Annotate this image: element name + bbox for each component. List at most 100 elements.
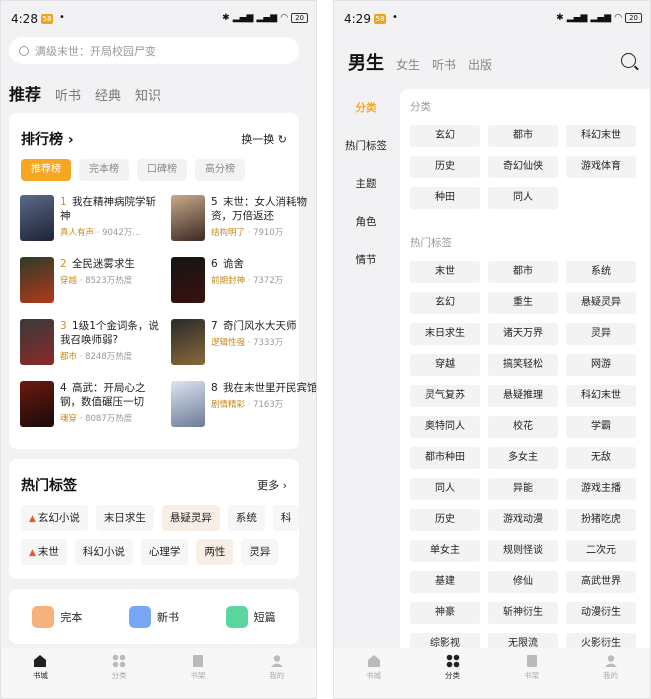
category-chip[interactable]: 科幻末世 (566, 125, 636, 147)
tag-pill[interactable]: ▲ 末世 (21, 539, 67, 565)
category-chip[interactable]: 火影衍生 (566, 633, 636, 648)
tab-bookstore[interactable]: 书城 (20, 654, 60, 698)
category-chip[interactable]: 无敌 (566, 447, 636, 469)
list-item[interactable]: 3 1级1个金词条，说我召唤师弱? 都市 · 8248万热度 (20, 319, 160, 381)
tab-classic[interactable]: 经典 (95, 85, 121, 104)
category-chip[interactable]: 综影视 (410, 633, 480, 648)
category-chip[interactable]: 灵气复苏 (410, 385, 480, 407)
sidebar-item-hot-tags[interactable]: 热门标签 (334, 127, 398, 165)
category-chip[interactable]: 动漫衍生 (566, 602, 636, 624)
short-story-entry[interactable]: 短篇 (225, 605, 276, 628)
sidebar-item-theme[interactable]: 主题 (334, 165, 398, 203)
tag-pill[interactable]: 心理学 (140, 539, 189, 565)
category-chip[interactable]: 无限流 (488, 633, 558, 648)
category-chip[interactable]: 基建 (410, 571, 480, 593)
category-chip[interactable]: 二次元 (566, 540, 636, 562)
sidebar-item-role[interactable]: 角色 (334, 203, 398, 241)
category-chip[interactable]: 斩神衍生 (488, 602, 558, 624)
category-chip[interactable]: 诸天万界 (488, 323, 558, 345)
tag-pill[interactable]: 科 (272, 505, 300, 531)
category-chip[interactable]: 游戏动漫 (488, 509, 558, 531)
tag-pill[interactable]: 悬疑灵异 (161, 505, 220, 531)
tab-me[interactable]: 我的 (591, 654, 631, 698)
category-chip[interactable]: 奇幻仙侠 (488, 156, 558, 178)
category-chip[interactable]: 重生 (488, 292, 558, 314)
chip-reputation[interactable]: 口碑榜 (137, 159, 187, 181)
category-chip[interactable]: 历史 (410, 509, 480, 531)
category-chip[interactable]: 都市 (488, 125, 558, 147)
category-chip[interactable]: 系统 (566, 261, 636, 283)
completed-entry[interactable]: 完本 (32, 605, 82, 628)
tab-male[interactable]: 男生 (348, 49, 384, 75)
category-chip[interactable]: 修仙 (488, 571, 558, 593)
list-item[interactable]: 1 我在精神病院学斩神 真人有声 · 9042万... (20, 195, 160, 257)
category-chip[interactable]: 都市种田 (410, 447, 480, 469)
category-chip[interactable]: 悬疑推理 (488, 385, 558, 407)
category-chip[interactable]: 规则怪谈 (488, 540, 558, 562)
tab-me[interactable]: 我的 (257, 654, 297, 698)
chip-completed[interactable]: 完本榜 (79, 159, 129, 181)
category-chip[interactable]: 网游 (566, 354, 636, 376)
category-chip[interactable]: 异能 (488, 478, 558, 500)
refresh-button[interactable]: 换一换 ↻ (241, 131, 287, 147)
category-chip[interactable]: 搞笑轻松 (488, 354, 558, 376)
category-chip[interactable]: 灵异 (566, 323, 636, 345)
tab-publish[interactable]: 出版 (468, 56, 492, 73)
category-chip[interactable]: 单女主 (410, 540, 480, 562)
category-chip[interactable]: 游戏主播 (566, 478, 636, 500)
category-chip[interactable]: 扮猪吃虎 (566, 509, 636, 531)
ranking-title[interactable]: 排行榜 › (21, 129, 74, 149)
list-item[interactable]: 5 末世：女人消耗物资，万倍返还 结构明了 · 7910万 (171, 195, 316, 257)
sidebar-item-plot[interactable]: 情节 (334, 241, 398, 279)
category-chip[interactable]: 玄幻 (410, 125, 480, 147)
tab-category[interactable]: 分类 (99, 654, 139, 698)
list-item[interactable]: 6 诡舍 前期封神 · 7372万 (171, 257, 316, 319)
category-chip[interactable]: 同人 (410, 478, 480, 500)
search-icon[interactable] (621, 53, 636, 68)
tab-audiobook[interactable]: 听书 (432, 56, 456, 73)
list-item[interactable]: 8 我在末世里开民宾馆 剧情精彩 · 7163万 (171, 381, 317, 443)
tag-pill[interactable]: 末日求生 (95, 505, 154, 531)
tab-knowledge[interactable]: 知识 (135, 85, 161, 104)
category-chip[interactable]: 游戏体育 (566, 156, 636, 178)
tag-pill[interactable]: 两性 (196, 539, 234, 565)
category-chip[interactable]: 穿越 (410, 354, 480, 376)
category-chip[interactable]: 科幻末世 (566, 385, 636, 407)
tab-bookshelf[interactable]: 书架 (512, 654, 552, 698)
tag-pill[interactable]: 科幻小说 (74, 539, 133, 565)
tab-female[interactable]: 女生 (396, 56, 420, 73)
book-title: 我在末世里开民宾馆 (223, 382, 317, 394)
tab-category[interactable]: 分类 (433, 654, 473, 698)
search-bar[interactable]: 满级末世：开局校园尸变 (9, 37, 299, 64)
tab-bookshelf[interactable]: 书架 (178, 654, 218, 698)
category-chip[interactable]: 多女主 (488, 447, 558, 469)
category-chip[interactable]: 种田 (410, 187, 480, 209)
category-chip[interactable]: 悬疑灵异 (566, 292, 636, 314)
tab-audiobook[interactable]: 听书 (55, 85, 81, 104)
category-chip[interactable]: 学霸 (566, 416, 636, 438)
category-chip[interactable]: 玄幻 (410, 292, 480, 314)
category-chip[interactable]: 末世 (410, 261, 480, 283)
category-chip[interactable]: 奥特同人 (410, 416, 480, 438)
category-chip[interactable]: 同人 (488, 187, 558, 209)
list-item[interactable]: 2 全民迷雾求生 穿越 · 8523万热度 (20, 257, 160, 319)
chip-high-score[interactable]: 高分榜 (195, 159, 245, 181)
category-chip[interactable]: 末日求生 (410, 323, 480, 345)
tag-pill[interactable]: 灵异 (241, 539, 279, 565)
category-chip[interactable]: 高武世界 (566, 571, 636, 593)
more-button[interactable]: 更多 › (257, 477, 287, 493)
list-item[interactable]: 4 高武：开局心之钢，数值碾压一切 魂穿 · 8087万热度 (20, 381, 160, 443)
book-heat: · 7372万 (245, 276, 284, 286)
tag-pill[interactable]: ▲ 玄幻小说 (21, 505, 88, 531)
sidebar-item-category[interactable]: 分类 (334, 89, 398, 127)
chip-recommend[interactable]: 推荐榜 (21, 159, 71, 181)
category-chip[interactable]: 神豪 (410, 602, 480, 624)
list-item[interactable]: 7 奇门风水大天师 逻辑性强 · 7333万 (171, 319, 316, 381)
category-chip[interactable]: 都市 (488, 261, 558, 283)
new-book-entry[interactable]: 新书 (128, 605, 179, 628)
category-chip[interactable]: 校花 (488, 416, 558, 438)
tag-pill[interactable]: 系统 (227, 505, 265, 531)
tab-recommend[interactable]: 推荐 (9, 81, 41, 105)
tab-bookstore[interactable]: 书城 (354, 654, 394, 698)
category-chip[interactable]: 历史 (410, 156, 480, 178)
